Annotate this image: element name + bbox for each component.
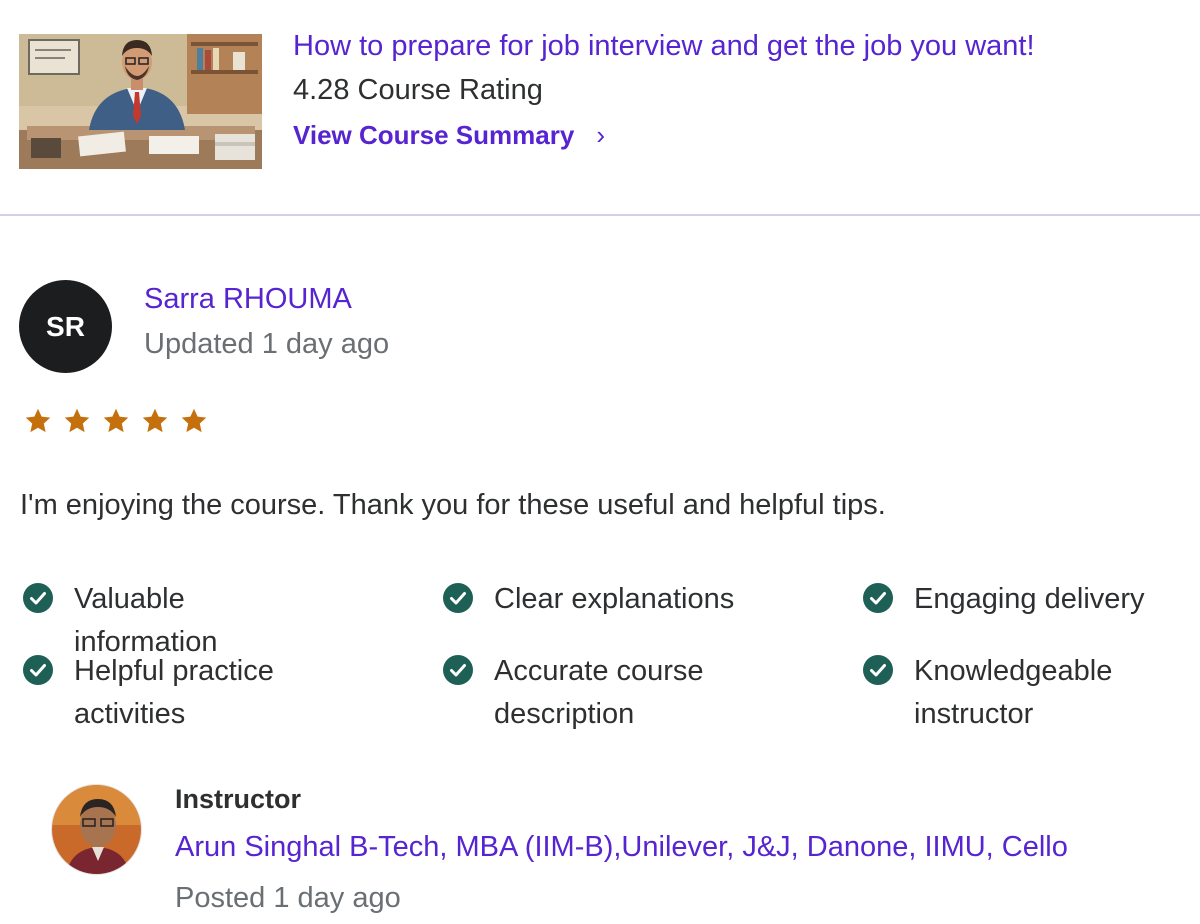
star-icon (181, 408, 207, 433)
course-thumbnail-illustration (19, 34, 262, 169)
review-updated-time: Updated 1 day ago (144, 328, 390, 360)
review-tag-label: Accurate course description (494, 655, 704, 730)
check-circle-icon (23, 655, 53, 685)
review-tag-label: Knowledgeable instructor (914, 655, 1113, 730)
review-tag: Clear explanations (443, 578, 754, 621)
check-circle-icon (863, 583, 893, 613)
course-thumbnail[interactable] (19, 34, 262, 169)
course-rating: 4.28 Course Rating (293, 74, 543, 106)
review-tag: Accurate course description (443, 650, 754, 736)
check-circle-icon (443, 583, 473, 613)
view-course-summary-label: View Course Summary (293, 120, 575, 150)
reviewer-initials: SR (46, 310, 85, 342)
review-text: I'm enjoying the course. Thank you for t… (20, 489, 886, 521)
star-icon (142, 408, 168, 433)
instructor-heading: Instructor (175, 784, 302, 814)
review-tag: Knowledgeable instructor (863, 650, 1174, 736)
instructor-photo (52, 785, 141, 874)
check-circle-icon (443, 655, 473, 685)
instructor-posted-time: Posted 1 day ago (175, 882, 401, 914)
star-icon (25, 408, 51, 433)
reviewer-avatar: SR (19, 280, 112, 373)
review-tag-label: Engaging delivery (914, 583, 1145, 615)
course-card: How to prepare for job interview and get… (0, 0, 1200, 216)
star-icon (103, 408, 129, 433)
instructor-name[interactable]: Arun Singhal B-Tech, MBA (IIM-B),Unileve… (175, 831, 1068, 864)
instructor-avatar[interactable] (51, 784, 142, 875)
review-tag-label: Clear explanations (494, 583, 735, 615)
star-icon (64, 408, 90, 433)
review-tag: Engaging delivery (863, 578, 1174, 621)
check-circle-icon (863, 655, 893, 685)
star-rating (24, 407, 208, 435)
review-tag-label: Helpful practice activities (74, 655, 274, 730)
course-title[interactable]: How to prepare for job interview and get… (293, 30, 1035, 63)
check-circle-icon (23, 583, 53, 613)
view-course-summary-link[interactable]: View Course Summary › (293, 120, 605, 151)
chevron-right-icon: › (596, 120, 605, 150)
review-tag: Helpful practice activities (23, 650, 334, 736)
reviewer-name[interactable]: Sarra RHOUMA (144, 283, 352, 316)
